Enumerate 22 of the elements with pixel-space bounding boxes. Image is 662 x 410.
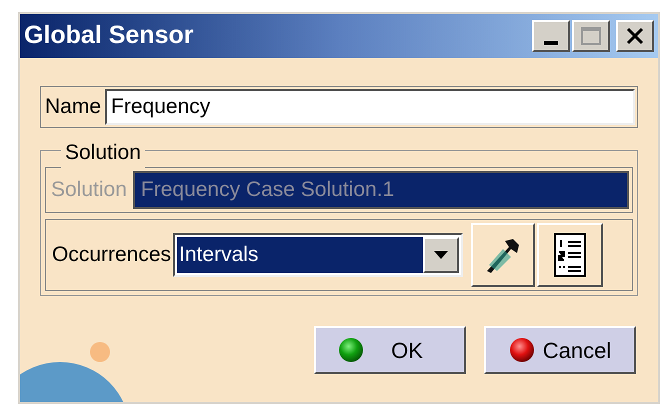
list-button[interactable] xyxy=(537,223,604,287)
tool-button[interactable] xyxy=(471,223,536,287)
dropdown-arrow-button[interactable] xyxy=(423,237,460,273)
close-button[interactable] xyxy=(616,20,654,52)
minimize-icon xyxy=(544,41,558,45)
occurrences-label: Occurrences xyxy=(52,242,172,268)
ok-button[interactable]: OK xyxy=(314,326,466,374)
close-icon xyxy=(626,27,644,45)
ball-icon xyxy=(508,337,535,363)
maximize-icon xyxy=(581,27,601,45)
occurrences-dropdown[interactable]: Intervals xyxy=(173,233,464,277)
window-title: Global Sensor xyxy=(24,20,194,52)
cancel-button[interactable]: Cancel xyxy=(484,326,636,374)
minimize-button[interactable] xyxy=(532,20,570,52)
maximize-button[interactable] xyxy=(572,20,610,52)
name-label: Name xyxy=(44,94,102,120)
name-input[interactable]: Frequency xyxy=(105,89,635,125)
ball-icon xyxy=(338,337,364,363)
dropdown-value: Intervals xyxy=(177,237,424,273)
caret-icon xyxy=(434,251,448,259)
numbered-list-icon xyxy=(553,233,588,277)
solution-label: Solution xyxy=(50,177,128,204)
